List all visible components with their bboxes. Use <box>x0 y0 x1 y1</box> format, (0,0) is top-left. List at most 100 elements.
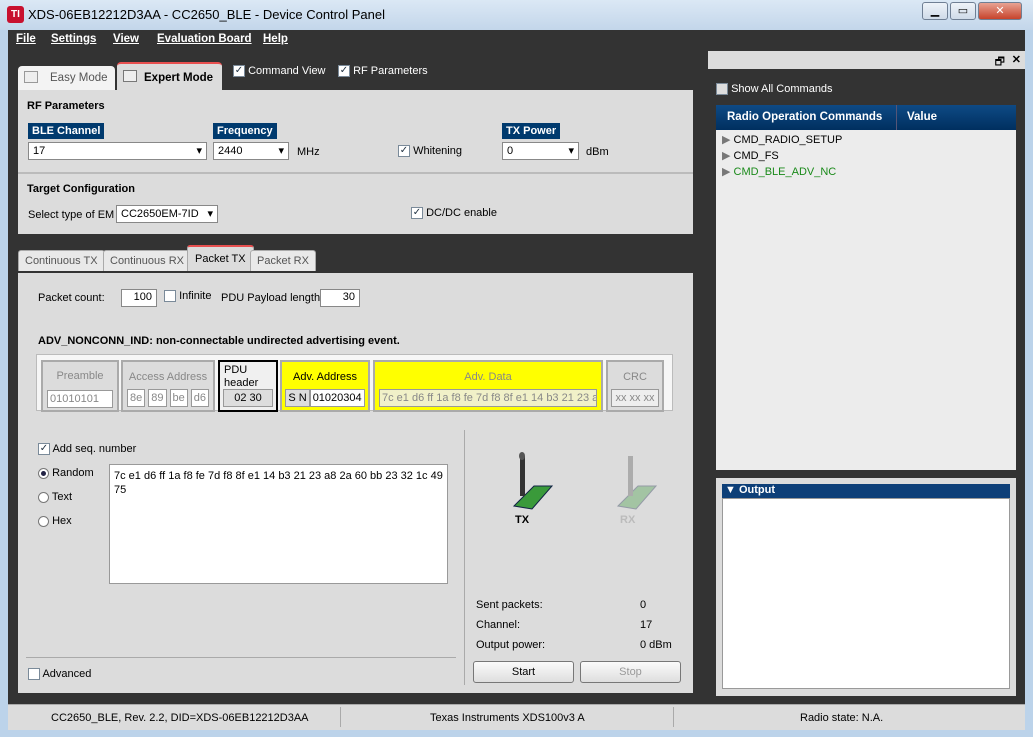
ble-channel-label: BLE Channel <box>28 123 105 139</box>
maximize-button[interactable]: ▭ <box>950 2 976 20</box>
divider <box>673 707 674 727</box>
restore-icon[interactable]: 🗗 <box>995 53 1005 72</box>
close-panel-icon[interactable]: ✕ <box>1012 53 1021 66</box>
output-header[interactable]: ▼ Output <box>722 484 1010 498</box>
collapse-arrow-icon: ▼ <box>725 484 736 496</box>
rx-toggle[interactable] <box>608 451 658 521</box>
radio-random[interactable]: Random <box>38 467 94 479</box>
adv-address-label: Adv. Address <box>293 371 357 383</box>
whitening-checkbox[interactable]: ✓ Whitening <box>398 145 462 158</box>
column-commands[interactable]: Radio Operation Commands <box>727 111 882 123</box>
dcdc-label: DC/DC enable <box>426 207 497 219</box>
checkbox-icon <box>716 83 728 96</box>
table-row[interactable]: ▶ CMD_RADIO_SETUP <box>722 133 842 146</box>
tx-toggle[interactable] <box>504 451 554 521</box>
payload-data-textarea[interactable]: 7c e1 d6 ff 1a f8 fe 7d f8 8f e1 14 b3 2… <box>109 464 448 584</box>
tab-continuous-tx[interactable]: Continuous TX <box>18 250 105 271</box>
expand-arrow-icon: ▶ <box>722 134 731 146</box>
sent-packets-label: Sent packets: <box>476 599 543 611</box>
advanced-checkbox[interactable]: Advanced <box>28 668 92 681</box>
divider <box>464 430 465 685</box>
sn-value: S N <box>285 389 310 407</box>
output-panel: ▼ Output <box>716 478 1016 696</box>
table-row[interactable]: ▶ CMD_FS <box>722 149 779 162</box>
payload-length-label: PDU Payload length: <box>221 292 324 304</box>
tx-power-select[interactable]: 0 <box>502 142 579 160</box>
tab-packet-tx[interactable]: Packet TX <box>187 245 254 271</box>
channel-label: Channel: <box>476 619 521 631</box>
adv-address-value[interactable]: 01020304 <box>309 389 365 407</box>
column-value[interactable]: Value <box>907 111 937 123</box>
dcdc-checkbox[interactable]: ✓ DC/DC enable <box>411 207 497 220</box>
adv-data-value: 7c e1 d6 ff 1a f8 fe 7d f8 8f e1 14 b3 2… <box>379 389 597 407</box>
rf-parameters-label: RF Parameters <box>353 65 428 77</box>
expand-arrow-icon: ▶ <box>722 150 731 162</box>
checkbox-checked-icon: ✓ <box>38 443 50 456</box>
show-all-commands-checkbox[interactable]: Show All Commands <box>716 83 833 96</box>
table-header: Radio Operation Commands Value <box>716 105 1016 130</box>
menu-settings[interactable]: Settings <box>51 33 96 45</box>
expert-mode-icon <box>123 70 137 82</box>
menu-file[interactable]: File <box>16 33 36 45</box>
target-title: Target Configuration <box>27 183 135 195</box>
pdu-header-value: 02 30 <box>223 389 273 407</box>
radio-text[interactable]: Text <box>38 491 72 503</box>
packet-count-input[interactable]: 100 <box>121 289 157 307</box>
adv-address-box[interactable]: Adv. Address S N 01020304 <box>280 360 370 412</box>
tab-easy-mode[interactable]: Easy Mode <box>18 66 115 90</box>
easy-mode-label: Easy Mode <box>50 72 108 84</box>
easy-mode-icon <box>24 71 38 83</box>
access-address-box: Access Address 8e 89 be d6 <box>121 360 215 412</box>
access-byte: 8e <box>127 389 146 407</box>
divider <box>340 707 341 727</box>
sent-packets-value: 0 <box>640 599 647 611</box>
packet-count-label: Packet count: <box>38 292 105 304</box>
em-label: Select type of EM <box>28 209 115 221</box>
rf-panel: RF Parameters BLE Channel 17 Frequency 2… <box>18 90 693 234</box>
menu-view[interactable]: View <box>113 33 139 45</box>
table-row[interactable]: ▶ CMD_BLE_ADV_NC <box>722 165 836 178</box>
checkbox-icon <box>28 668 40 681</box>
payload-length-input[interactable]: 30 <box>320 289 360 307</box>
preamble-value: 01010101 <box>47 390 113 408</box>
rx-label: RX <box>620 514 636 526</box>
checkbox-checked-icon: ✓ <box>338 65 350 78</box>
start-button[interactable]: Start <box>473 661 574 683</box>
output-log[interactable] <box>722 498 1010 689</box>
command-table: Radio Operation Commands Value ▶ CMD_RAD… <box>716 105 1016 470</box>
output-power-value: 0 dBm <box>640 639 672 651</box>
radio-hex[interactable]: Hex <box>38 515 72 527</box>
ble-channel-select[interactable]: 17 <box>28 142 207 160</box>
tab-continuous-rx[interactable]: Continuous RX <box>103 250 191 271</box>
packet-structure: Preamble 01010101 Access Address 8e 89 be d6… <box>36 354 673 412</box>
event-description: ADV_NONCONN_IND: non-connectable undirec… <box>38 335 400 347</box>
preamble-label: Preamble <box>56 370 104 382</box>
crc-box: CRC xx xx xx <box>606 360 664 412</box>
command-view-toggle[interactable]: ✓ Command View <box>233 65 326 78</box>
tab-packet-rx[interactable]: Packet RX <box>250 250 316 271</box>
rf-parameters-toggle[interactable]: ✓ RF Parameters <box>338 65 428 78</box>
advanced-label: Advanced <box>42 668 92 680</box>
output-power-label: Output power: <box>476 639 546 651</box>
infinite-checkbox[interactable]: Infinite <box>164 290 211 303</box>
menu-evaluation-board[interactable]: Evaluation Board <box>157 33 252 45</box>
close-button[interactable]: ✕ <box>978 2 1022 20</box>
rx-lever-icon <box>616 456 658 510</box>
divider <box>26 657 456 658</box>
checkbox-checked-icon: ✓ <box>398 145 410 158</box>
title-bar: TI XDS-06EB12212D3AA - CC2650_BLE - Devi… <box>0 0 1033 30</box>
add-seq-checkbox[interactable]: ✓ Add seq. number <box>38 443 136 456</box>
pdu-header-box[interactable]: PDU header 02 30 <box>218 360 278 412</box>
tab-expert-mode[interactable]: Expert Mode <box>117 62 222 90</box>
status-bar: CC2650_BLE, Rev. 2.2, DID=XDS-06EB12212D… <box>8 704 1025 730</box>
frequency-select[interactable]: 2440 <box>213 142 289 160</box>
command-name: CMD_BLE_ADV_NC <box>733 166 837 178</box>
stop-button[interactable]: Stop <box>580 661 681 683</box>
radio-icon <box>38 491 49 503</box>
menu-help[interactable]: Help <box>263 33 288 45</box>
tx-label: TX <box>515 514 530 526</box>
adv-data-box[interactable]: Adv. Data 7c e1 d6 ff 1a f8 fe 7d f8 8f e… <box>373 360 603 412</box>
show-all-commands-label: Show All Commands <box>731 83 833 95</box>
em-select[interactable]: CC2650EM-7ID <box>116 205 218 223</box>
minimize-button[interactable]: ▁ <box>922 2 948 20</box>
